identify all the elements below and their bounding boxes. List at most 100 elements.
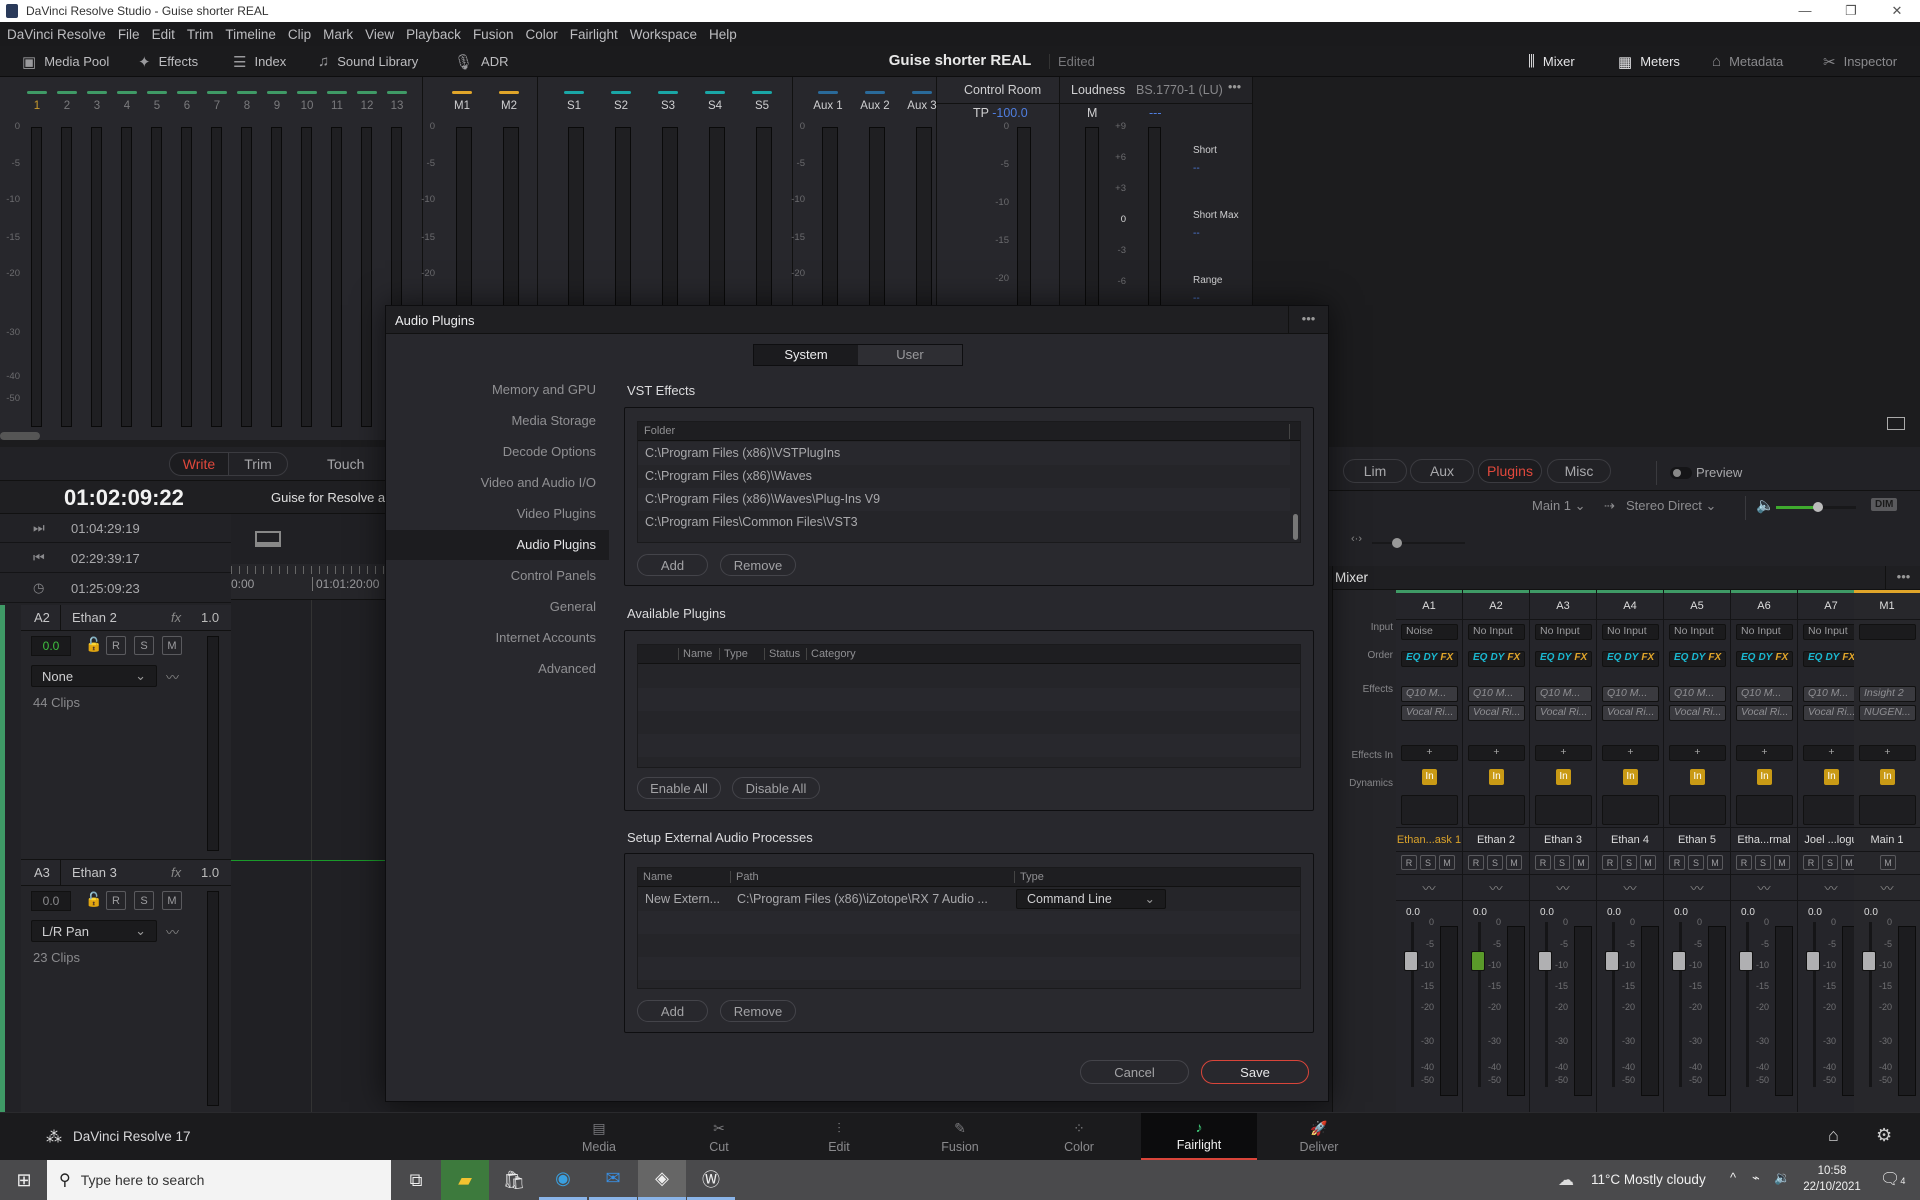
enable-all-button[interactable]: Enable All bbox=[637, 777, 721, 799]
meter-channel-label[interactable]: 3 bbox=[82, 100, 112, 112]
dynamics-graph[interactable] bbox=[1669, 795, 1726, 825]
menu-help[interactable]: Help bbox=[709, 27, 737, 42]
effects-in-button[interactable]: In bbox=[1556, 769, 1571, 785]
fader-handle[interactable] bbox=[1739, 951, 1753, 971]
page-tab-fairlight[interactable]: ♪ Fairlight bbox=[1141, 1113, 1257, 1161]
settings-nav-advanced[interactable]: Advanced bbox=[386, 654, 609, 684]
automation-curve-icon[interactable]: 〰 bbox=[166, 922, 179, 941]
vst-folder-row[interactable]: C:\Program Files\Common Files\VST3 bbox=[638, 511, 1290, 534]
fader-handle[interactable] bbox=[1672, 951, 1686, 971]
channel-input-selector[interactable] bbox=[1859, 624, 1916, 640]
external-add-button[interactable]: Add bbox=[637, 1000, 708, 1022]
effect-slot[interactable]: Q10 M... bbox=[1401, 686, 1458, 702]
settings-nav-video-plugins[interactable]: Video Plugins bbox=[386, 499, 609, 529]
effect-slot[interactable]: Vocal Ri... bbox=[1468, 705, 1525, 721]
meter-channel-label[interactable]: 8 bbox=[232, 100, 262, 112]
column-header-path[interactable]: Path bbox=[730, 871, 759, 883]
track-header[interactable]: A2 Ethan 2 fx 1.0 bbox=[21, 604, 231, 631]
automation-curve-icon[interactable]: 〰 bbox=[166, 667, 179, 686]
davinci-resolve-taskbar-icon[interactable]: ◈ bbox=[638, 1160, 686, 1200]
meter-channel-label[interactable]: 4 bbox=[112, 100, 142, 112]
minimize-button[interactable]: — bbox=[1782, 3, 1828, 19]
menu-davinci-resolve[interactable]: DaVinci Resolve bbox=[7, 27, 106, 42]
track-pan-dropdown[interactable]: L/R Pan ⌄ bbox=[31, 920, 157, 942]
menu-fusion[interactable]: Fusion bbox=[473, 27, 514, 42]
tab-user[interactable]: User bbox=[858, 345, 962, 365]
pan-control-icon[interactable]: 〰 bbox=[1530, 874, 1596, 901]
meter-channel-label[interactable]: 9 bbox=[262, 100, 292, 112]
vst-folder-row[interactable]: C:\Program Files (x86)\Waves bbox=[638, 465, 1290, 488]
effects-in-button[interactable]: In bbox=[1690, 769, 1705, 785]
loudness-options-icon[interactable]: ••• bbox=[1228, 80, 1241, 94]
menu-trim[interactable]: Trim bbox=[187, 27, 214, 42]
meter-channel-label[interactable]: 2 bbox=[52, 100, 82, 112]
meter-channel-label[interactable]: Aux 1 bbox=[813, 100, 843, 112]
trim-button[interactable]: Trim bbox=[228, 452, 288, 476]
channel-r-button[interactable]: R bbox=[1736, 855, 1752, 870]
track-s-button[interactable]: S bbox=[134, 636, 154, 655]
clock[interactable]: 10:58 22/10/2021 bbox=[1800, 1163, 1864, 1195]
meter-channel-label[interactable]: 12 bbox=[352, 100, 382, 112]
save-button[interactable]: Save bbox=[1201, 1060, 1309, 1084]
effects-button[interactable]: ✦ Effects bbox=[138, 46, 198, 77]
effect-slot[interactable]: Vocal Ri... bbox=[1602, 705, 1659, 721]
column-header-type[interactable]: Type bbox=[1014, 871, 1044, 883]
effects-in-button[interactable]: In bbox=[1824, 769, 1839, 785]
vst-add-button[interactable]: Add bbox=[637, 554, 708, 576]
menu-workspace[interactable]: Workspace bbox=[630, 27, 697, 42]
vst-remove-button[interactable]: Remove bbox=[720, 554, 796, 576]
channel-order-button[interactable]: EQ DY FX bbox=[1736, 651, 1793, 667]
meter-channel-label[interactable]: 5 bbox=[142, 100, 172, 112]
add-effect-button[interactable]: + bbox=[1669, 745, 1726, 761]
lock-icon[interactable]: 🔓 bbox=[85, 891, 102, 908]
channel-track-name[interactable]: Ethan 5 bbox=[1664, 827, 1730, 852]
channel-s-button[interactable]: S bbox=[1688, 855, 1704, 870]
channel-m-button[interactable]: M bbox=[1774, 855, 1790, 870]
menu-playback[interactable]: Playback bbox=[406, 27, 461, 42]
volume-knob[interactable] bbox=[1812, 502, 1823, 512]
channel-track-name[interactable]: Etha...rmal bbox=[1731, 827, 1797, 852]
dialog-options-icon[interactable]: ••• bbox=[1288, 306, 1328, 334]
dynamics-graph[interactable] bbox=[1859, 795, 1916, 825]
channel-r-button[interactable]: R bbox=[1602, 855, 1618, 870]
page-tab-cut[interactable]: ✂ Cut bbox=[661, 1113, 777, 1161]
timeline-area[interactable]: 0:00 01:01:20:00 bbox=[231, 514, 390, 1112]
column-header-name[interactable]: Name bbox=[638, 871, 672, 883]
meter-channel-label[interactable]: 10 bbox=[292, 100, 322, 112]
channel-input-selector[interactable]: No Input bbox=[1803, 624, 1860, 640]
timeline-view-options-icon[interactable] bbox=[255, 531, 281, 547]
restore-button[interactable]: ❐ bbox=[1828, 3, 1874, 19]
fader-handle[interactable] bbox=[1471, 951, 1485, 971]
channel-input-selector[interactable]: No Input bbox=[1602, 624, 1659, 640]
meters-button[interactable]: ▦ Meters bbox=[1618, 46, 1680, 77]
mixer-tab-aux[interactable]: Aux bbox=[1410, 459, 1474, 483]
effect-slot[interactable]: Vocal Ri... bbox=[1736, 705, 1793, 721]
network-icon[interactable]: ⌁ bbox=[1752, 1170, 1760, 1186]
settings-nav-internet-accounts[interactable]: Internet Accounts bbox=[386, 623, 609, 653]
waves-app-icon[interactable]: Ⓦ bbox=[687, 1160, 735, 1200]
channel-s-button[interactable]: S bbox=[1822, 855, 1838, 870]
dynamics-graph[interactable] bbox=[1535, 795, 1592, 825]
inspector-button[interactable]: ✂ Inspector bbox=[1823, 46, 1897, 77]
channel-r-button[interactable]: R bbox=[1535, 855, 1551, 870]
add-effect-button[interactable]: + bbox=[1535, 745, 1592, 761]
channel-r-button[interactable]: R bbox=[1669, 855, 1685, 870]
pan-control-icon[interactable]: 〰 bbox=[1854, 874, 1920, 901]
track-m-button[interactable]: M bbox=[162, 636, 182, 655]
track-name[interactable]: Ethan 2 bbox=[61, 610, 171, 625]
pan-control-icon[interactable]: 〰 bbox=[1396, 874, 1462, 901]
settings-nav-decode-options[interactable]: Decode Options bbox=[386, 437, 609, 467]
channel-track-name[interactable]: Ethan 4 bbox=[1597, 827, 1663, 852]
menu-fairlight[interactable]: Fairlight bbox=[570, 27, 618, 42]
pan-control-icon[interactable]: 〰 bbox=[1463, 874, 1529, 901]
track-fx-icon[interactable]: fx bbox=[171, 610, 201, 625]
settings-nav-media-storage[interactable]: Media Storage bbox=[386, 406, 609, 436]
pan-control-icon[interactable]: 〰 bbox=[1664, 874, 1730, 901]
track-fx-icon[interactable]: fx bbox=[171, 865, 201, 880]
channel-m-button[interactable]: M bbox=[1707, 855, 1723, 870]
effect-slot[interactable]: Vocal Ri... bbox=[1669, 705, 1726, 721]
channel-input-selector[interactable]: No Input bbox=[1736, 624, 1793, 640]
media-pool-button[interactable]: ▣ Media Pool bbox=[22, 46, 109, 77]
mixer-options-icon[interactable]: ••• bbox=[1885, 566, 1920, 590]
channel-m-button[interactable]: M bbox=[1640, 855, 1656, 870]
